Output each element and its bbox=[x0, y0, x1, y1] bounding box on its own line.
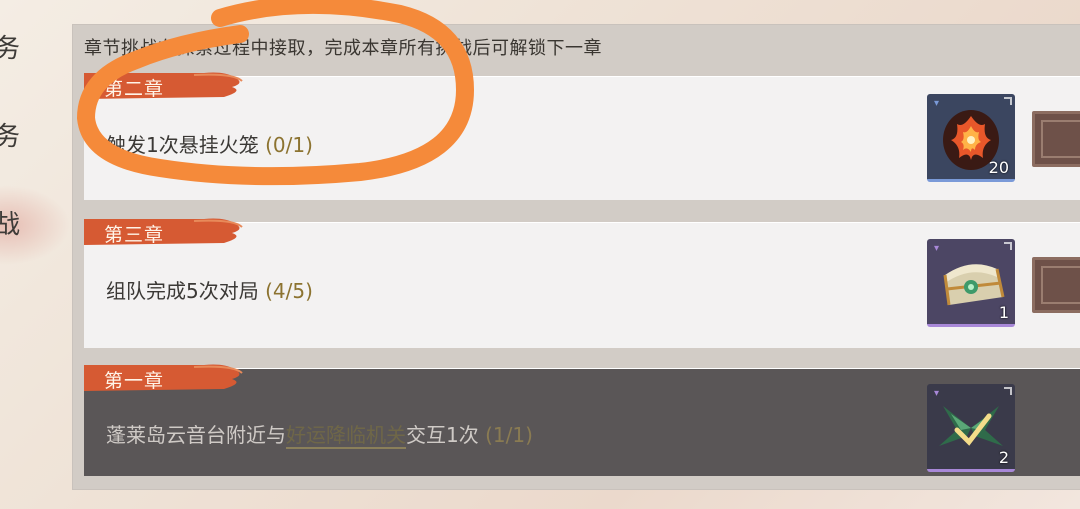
task-card: 第三章 组队完成5次对局 (4/5) ▾ 1 bbox=[84, 218, 1080, 348]
task-progress: (0/1) bbox=[265, 133, 313, 157]
task-card-completed: 第一章 蓬莱岛云音台附近与好运降临机关交互1次 (1/1) ▾ 2 bbox=[84, 364, 1080, 476]
reward-count: 1 bbox=[998, 303, 1009, 322]
task-description: 蓬莱岛云音台附近与好运降临机关交互1次 (1/1) bbox=[106, 423, 533, 449]
chapter-ribbon: 第三章 bbox=[84, 215, 244, 249]
reward-count: 20 bbox=[988, 158, 1009, 177]
action-button[interactable] bbox=[1032, 111, 1080, 167]
chapter-ribbon: 第一章 bbox=[84, 361, 244, 395]
panel-header: 章节挑战在探索过程中接取，完成本章所有挑战后可解锁下一章 bbox=[84, 38, 602, 59]
task-description: 组队完成5次对局 (4/5) bbox=[106, 279, 313, 303]
sidebar-tab-2[interactable]: 务 bbox=[0, 116, 20, 153]
task-card: 第二章 触发1次悬挂火笼 (0/1) ▾ 20 bbox=[84, 72, 1080, 200]
chapter-label: 第三章 bbox=[104, 224, 165, 246]
chapter-ribbon: 第二章 bbox=[84, 69, 244, 103]
task-description: 触发1次悬挂火笼 (0/1) bbox=[106, 133, 313, 157]
reward-item[interactable]: ▾ 20 bbox=[927, 94, 1015, 182]
reward-item[interactable]: ▾ 2 bbox=[927, 384, 1015, 472]
reward-item[interactable]: ▾ 1 bbox=[927, 239, 1015, 327]
sidebar-tab-3-selected[interactable]: 战 bbox=[0, 204, 20, 241]
reward-count: 2 bbox=[998, 448, 1009, 467]
sidebar-tab-1[interactable]: 务 bbox=[0, 28, 20, 65]
action-button[interactable] bbox=[1032, 257, 1080, 313]
task-progress: (1/1) bbox=[485, 423, 533, 447]
location-link[interactable]: 好运降临机关 bbox=[286, 423, 406, 449]
chapter-label: 第一章 bbox=[104, 370, 165, 392]
chapter-label: 第二章 bbox=[104, 78, 165, 100]
task-progress: (4/5) bbox=[265, 279, 313, 303]
